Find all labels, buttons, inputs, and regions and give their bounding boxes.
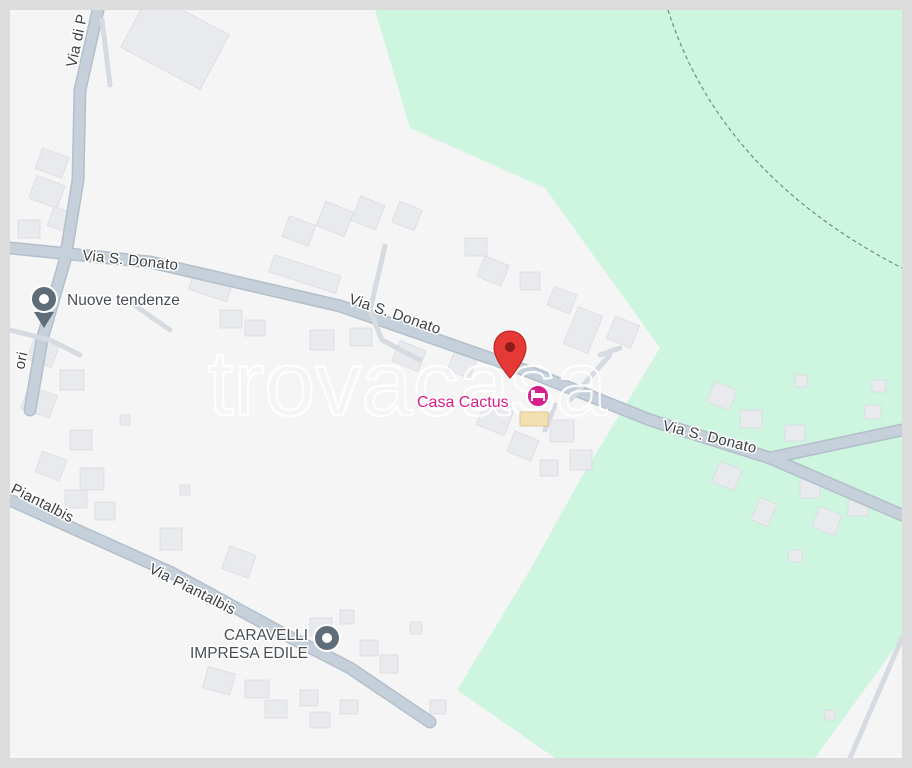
road-label-ori-partial: ori [11,350,31,371]
hotel-label-casa-cactus: Casa Cactus [417,394,509,411]
poi-label-caravelli-line1: CARAVELLI [224,627,308,644]
poi-label-nuove-tendenze: Nuove tendenze [67,292,180,309]
poi-label-caravelli-line2: IMPRESA EDILE [190,645,308,662]
road-label-via-san-donato-left: Via S. Donato [82,247,179,274]
map-frame: trovacasa Via S. Donato Via S. Donato Vi… [0,0,912,768]
map-canvas: trovacasa Via S. Donato Via S. Donato Vi… [10,10,902,758]
map-view[interactable]: trovacasa Via S. Donato Via S. Donato Vi… [10,10,902,758]
hotel-icon [526,384,550,408]
